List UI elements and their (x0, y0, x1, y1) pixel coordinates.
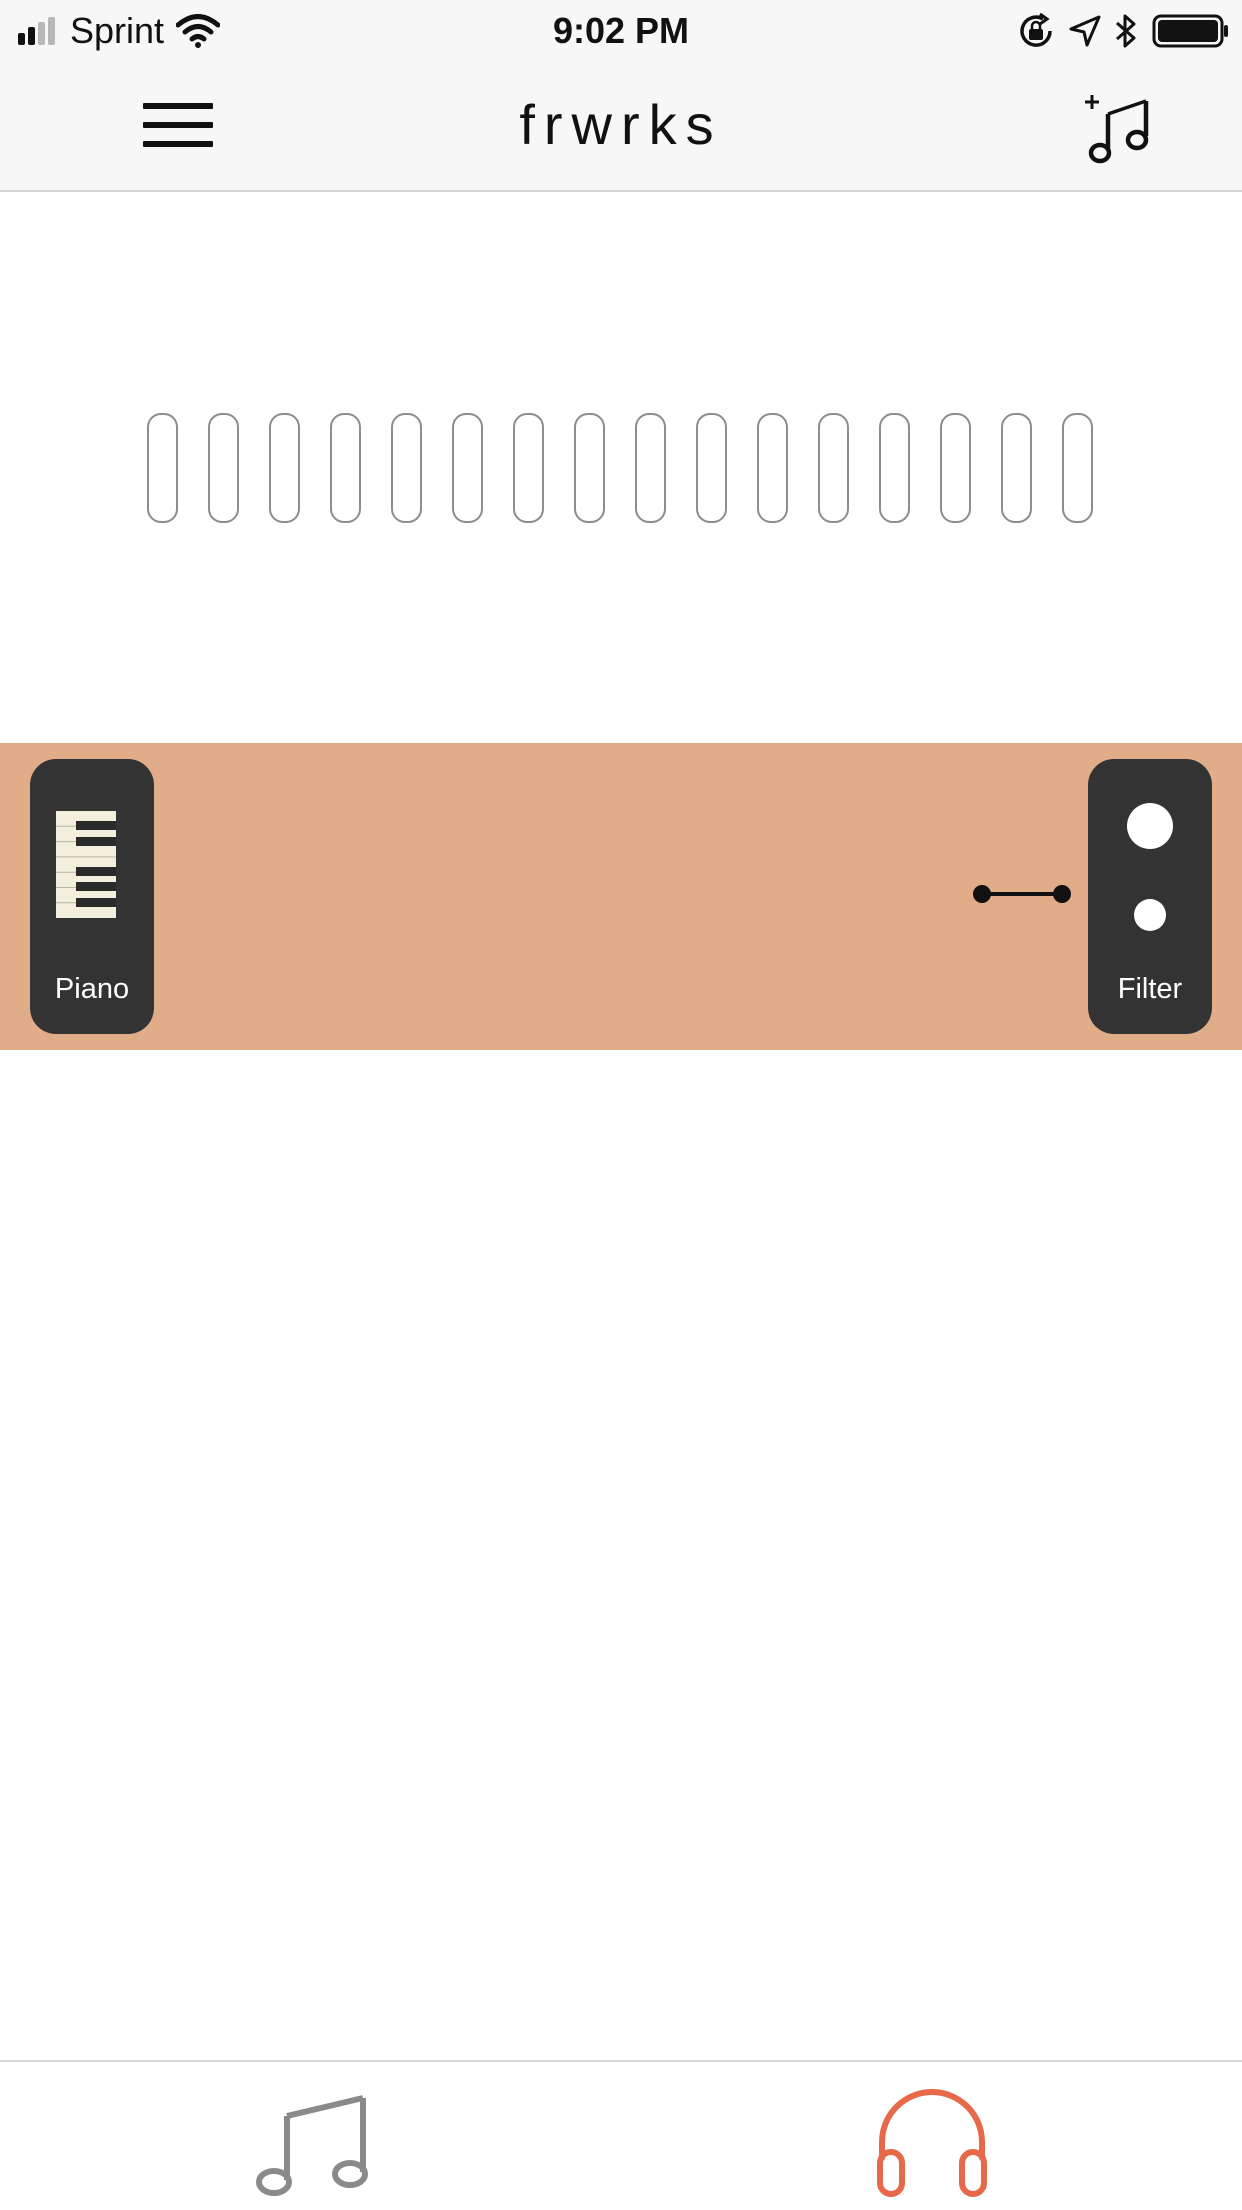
location-icon (1069, 15, 1101, 47)
battery-icon (1152, 14, 1228, 48)
sequencer-step[interactable] (696, 413, 727, 523)
sequencer-step[interactable] (879, 413, 910, 523)
sequencer-step[interactable] (513, 413, 544, 523)
status-bar: Sprint 9:02 PM (0, 0, 1242, 62)
sequencer-step[interactable] (940, 413, 971, 523)
filter-label: Filter (1117, 973, 1183, 1005)
music-note-icon (256, 2095, 368, 2196)
filter-dot-large-icon (1127, 803, 1173, 849)
orientation-lock-icon (1020, 12, 1052, 47)
app-title: frwrks (519, 93, 723, 156)
sequencer-step[interactable] (635, 413, 666, 523)
sequencer-step[interactable] (391, 413, 422, 523)
add-song-button[interactable] (1078, 84, 1168, 170)
sequencer-step[interactable] (818, 413, 849, 523)
sequencer-step[interactable] (269, 413, 300, 523)
connector-line-icon (973, 885, 1071, 903)
piano-keyboard-icon (56, 811, 116, 918)
sequencer-step[interactable] (574, 413, 605, 523)
tab-bar (0, 2060, 1242, 2210)
instrument-strip: Piano Filter (0, 743, 1242, 1050)
piano-label: Piano (54, 973, 130, 1005)
headphones-icon (877, 2089, 987, 2197)
sequencer-step[interactable] (147, 413, 178, 523)
tab-songs[interactable] (243, 2080, 383, 2204)
tab-listen[interactable] (862, 2080, 1002, 2204)
sequencer-step[interactable] (208, 413, 239, 523)
navigation-bar: frwrks (0, 62, 1242, 192)
sequencer-step[interactable] (1001, 413, 1032, 523)
filter-tile[interactable]: Filter (1088, 759, 1212, 1034)
add-music-note-icon (1085, 95, 1149, 164)
sequencer-step[interactable] (1062, 413, 1093, 523)
status-right (1016, 8, 1230, 54)
step-sequencer (147, 413, 1095, 523)
bluetooth-icon (1116, 14, 1136, 48)
filter-dot-small-icon (1134, 899, 1166, 931)
sequencer-step[interactable] (757, 413, 788, 523)
sequencer-step[interactable] (330, 413, 361, 523)
piano-tile[interactable]: Piano (30, 759, 154, 1034)
sequencer-step[interactable] (452, 413, 483, 523)
